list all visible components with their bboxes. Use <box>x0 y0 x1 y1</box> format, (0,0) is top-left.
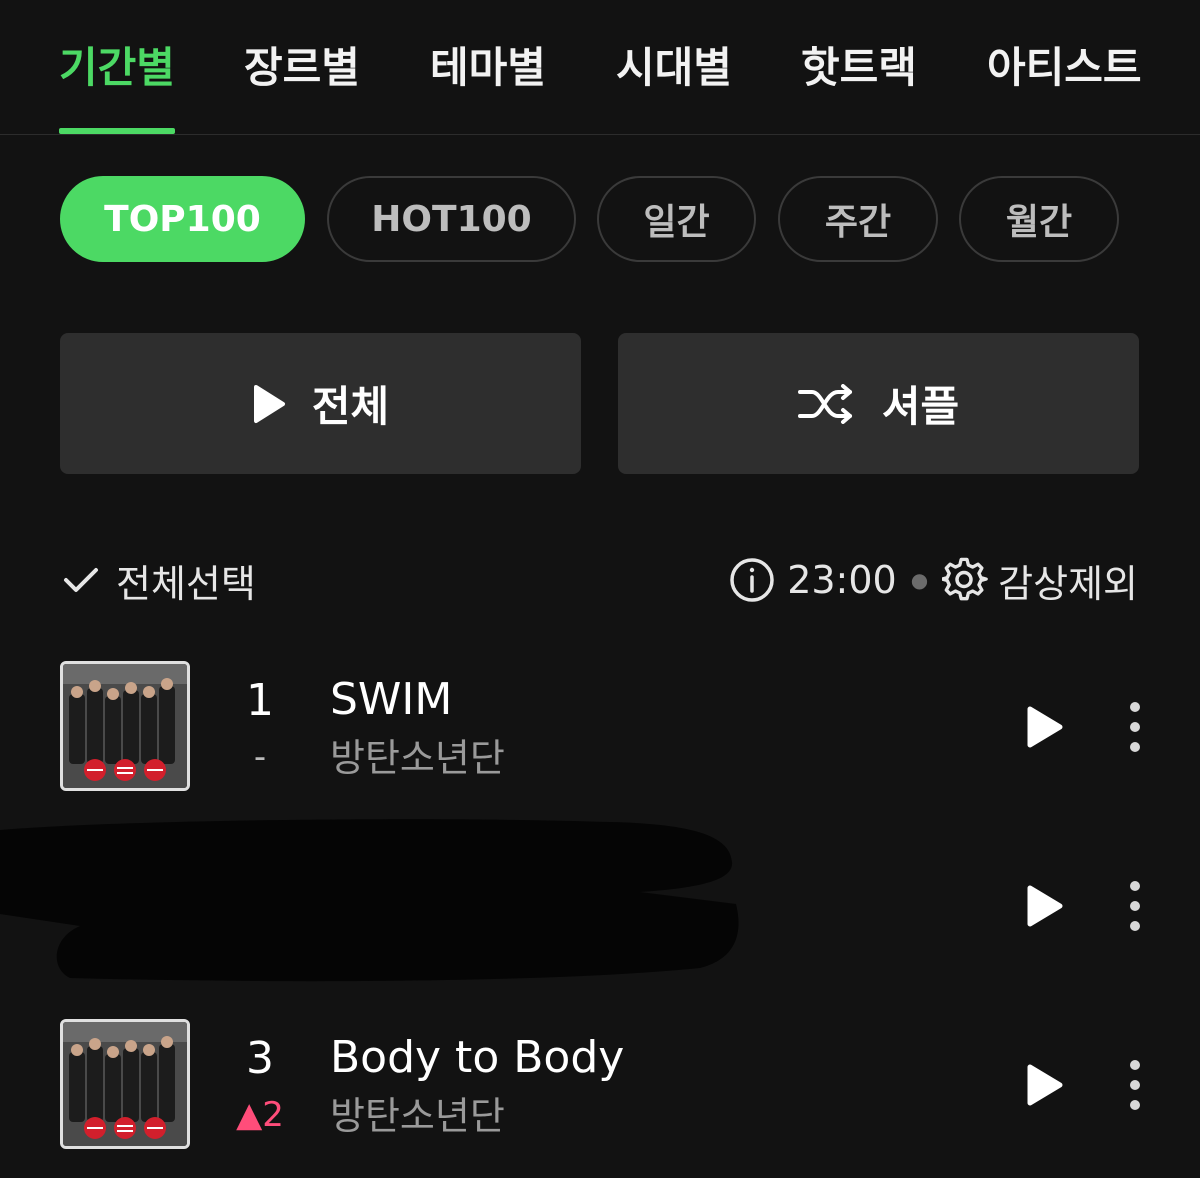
track-artist[interactable]: 방탄소년단 <box>330 1091 505 1141</box>
track-play-button[interactable] <box>1020 882 1068 930</box>
update-time: 23:00 <box>787 558 897 602</box>
separator-dot: ● <box>910 568 929 592</box>
select-all-label: 전체선택 <box>116 561 256 606</box>
track-title: SWIM <box>330 674 453 725</box>
top-tab-bar: 기간별 장르별 테마별 시대별 핫트랙 아티스트 <box>0 0 1200 135</box>
shuffle-button[interactable]: 셔플 <box>618 333 1139 474</box>
chart-page: 기간별 장르별 테마별 시대별 핫트랙 아티스트 TOP100 HOT100 일… <box>0 0 1200 1178</box>
chart-info: 23:00 ● 감상제외 <box>729 550 1138 610</box>
tab-artist[interactable]: 아티스트 <box>987 40 1142 96</box>
chip-top100[interactable]: TOP100 <box>60 176 305 262</box>
exclude-label: 감상제외 <box>998 561 1138 606</box>
chip-weekly[interactable]: 주간 <box>778 176 938 262</box>
shuffle-label: 셔플 <box>881 382 960 431</box>
chip-daily[interactable]: 일간 <box>597 176 756 262</box>
rank-change: ▲2 <box>236 1095 284 1135</box>
info-icon[interactable] <box>729 557 775 603</box>
gear-icon <box>942 557 988 603</box>
track-play-button[interactable] <box>1020 703 1068 751</box>
tab-period[interactable]: 기간별 <box>59 40 175 96</box>
shuffle-icon <box>797 383 856 424</box>
chip-hot100[interactable]: HOT100 <box>327 176 576 262</box>
tab-era[interactable]: 시대별 <box>616 40 732 96</box>
list-header: 전체선택 23:00 ● 감상제외 <box>62 550 1138 610</box>
album-cover <box>60 661 190 791</box>
active-tab-indicator <box>59 128 175 134</box>
play-all-button[interactable]: 전체 <box>60 333 581 474</box>
track-row[interactable]: 3 ▲2 Body to Body 방탄소년단 <box>60 1019 1150 1151</box>
track-title: Body to Body <box>330 1032 625 1083</box>
tab-theme[interactable]: 테마별 <box>430 40 546 96</box>
play-icon <box>252 384 286 424</box>
exclude-listening-button[interactable]: 감상제외 <box>942 553 1138 608</box>
more-options-icon[interactable] <box>1120 699 1150 755</box>
check-icon <box>62 565 100 595</box>
tab-genre[interactable]: 장르별 <box>244 40 360 96</box>
track-play-button[interactable] <box>1020 1061 1068 1109</box>
tab-hottrack[interactable]: 핫트랙 <box>801 40 917 96</box>
more-options-icon[interactable] <box>1120 878 1150 934</box>
track-rank: 3 <box>246 1033 274 1084</box>
select-all-toggle[interactable]: 전체선택 <box>62 550 256 610</box>
rank-change: - <box>253 737 267 777</box>
track-row[interactable]: 1 - SWIM 방탄소년단 <box>60 661 1150 793</box>
album-cover <box>60 1019 190 1149</box>
more-options-icon[interactable] <box>1120 1057 1150 1113</box>
play-all-label: 전체 <box>311 382 390 431</box>
track-artist[interactable]: 방탄소년단 <box>330 733 505 783</box>
track-rank: 1 <box>246 675 274 726</box>
redaction-mark <box>0 818 740 988</box>
chip-monthly[interactable]: 월간 <box>959 176 1119 262</box>
